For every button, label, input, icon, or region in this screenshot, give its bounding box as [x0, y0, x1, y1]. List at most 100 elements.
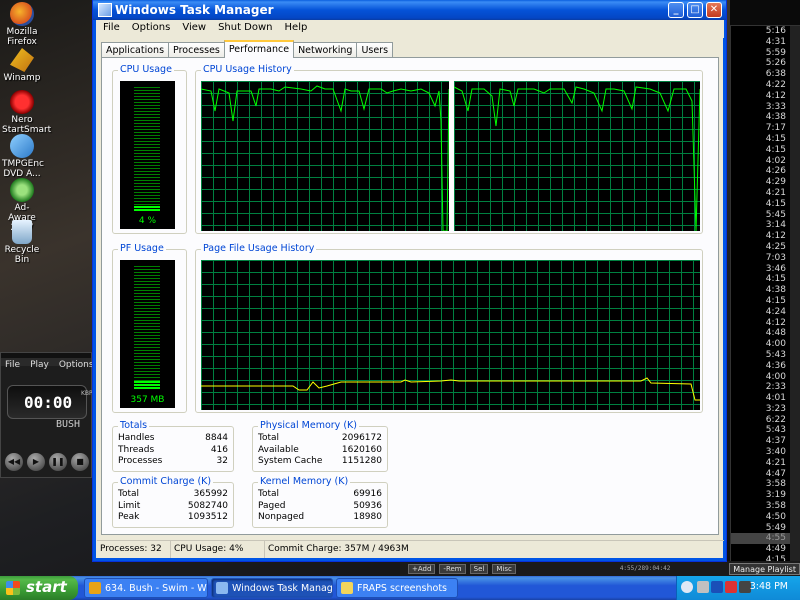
stat-label: Paged — [258, 500, 286, 511]
taskbar-item-fraps[interactable]: FRAPS screenshots — [336, 578, 458, 598]
physical-memory-rows: Total 2096172 Available 1620160 System Cache… — [258, 433, 382, 468]
cpu-history-label: CPU Usage History — [201, 64, 294, 75]
stat-label: Total — [258, 433, 280, 443]
winamp-icon — [10, 48, 34, 72]
tab-users[interactable]: Users — [356, 42, 394, 58]
pf-history-group: Page File Usage History — [195, 243, 703, 413]
performance-panel: CPU Usage 4 % CPU Usage History PF Usage… — [101, 57, 719, 535]
tab-processes[interactable]: Processes — [168, 42, 225, 58]
stat-value: 1093512 — [187, 512, 228, 522]
physical-memory-group: Physical Memory (K) Total 2096172 Availabl… — [252, 420, 388, 472]
stat-value: 69916 — [353, 489, 382, 499]
player-menu-file[interactable]: File — [5, 360, 20, 370]
desktop-icon-tmpgenc[interactable]: TMPGEnc DVD A... — [2, 134, 45, 179]
adaware-icon — [10, 178, 34, 202]
stat-label: Peak — [118, 512, 140, 522]
desktop-icon-nero[interactable]: Nero StartSmart — [2, 90, 51, 135]
status-cpu-usage: CPU Usage: 4% — [171, 541, 265, 558]
stat-label: Nonpaged — [258, 512, 305, 522]
play-icon[interactable]: ▶ — [27, 453, 45, 471]
taskbar-item-winamp[interactable]: 634. Bush - Swim - Wi... — [84, 578, 208, 598]
pf-usage-label: PF Usage — [118, 243, 166, 254]
menu-view[interactable]: View — [176, 20, 212, 38]
commit-charge-group: Commit Charge (K) Total 365992 Limit 508274… — [112, 476, 234, 528]
desktop-icon-label: Nero StartSmart — [2, 115, 52, 135]
desktop-icon-label: TMPGEnc DVD A... — [2, 159, 45, 179]
expand-tray-icon[interactable] — [681, 581, 693, 593]
menu-file[interactable]: File — [97, 20, 126, 38]
playlist-remove-button[interactable]: -Rem — [439, 563, 466, 574]
desktop-icon-recycle-bin[interactable]: Recycle Bin — [2, 220, 42, 265]
antivirus-icon[interactable] — [725, 581, 737, 593]
kernel-memory-rows: Total 69916 Paged 50936 Nonpaged 18980 — [258, 489, 382, 524]
background-window-strip — [730, 0, 800, 26]
player-menu-play[interactable]: Play — [30, 360, 49, 370]
cpu-history-line-1 — [201, 85, 449, 231]
cpu-meter-scale — [134, 87, 160, 211]
taskbar-item-task-manager[interactable]: Windows Task Manager — [211, 578, 333, 598]
maximize-button[interactable]: □ — [687, 2, 703, 18]
tab-networking[interactable]: Networking — [293, 42, 358, 58]
playlist-select-button[interactable]: Sel — [469, 563, 489, 574]
menu-shut-down[interactable]: Shut Down — [212, 20, 278, 38]
kernel-row: Total 69916 — [258, 489, 382, 501]
physical-memory-label: Physical Memory (K) — [258, 420, 359, 431]
totals-group: Totals Handles 8844 Threads 416 Processes 32 — [112, 420, 234, 472]
pf-usage-meter: 357 MB — [120, 260, 175, 408]
commit-row: Limit 5082740 — [118, 501, 228, 513]
desktop-icon-firefox[interactable]: Mozilla Firefox — [2, 2, 42, 47]
desktop-icon-winamp[interactable]: Winamp — [2, 48, 42, 83]
speaker-icon[interactable] — [697, 581, 709, 593]
physical-row: System Cache 1151280 — [258, 456, 382, 468]
stat-value: 1151280 — [341, 456, 382, 466]
stop-icon[interactable]: ■ — [71, 453, 89, 471]
menu-help[interactable]: Help — [279, 20, 314, 38]
tab-applications[interactable]: Applications — [101, 42, 170, 58]
manage-playlist-button[interactable]: Manage Playlist — [729, 562, 800, 575]
menu-options[interactable]: Options — [126, 20, 177, 38]
kernel-memory-group: Kernel Memory (K) Total 69916 Paged 50936 No… — [252, 476, 388, 528]
stat-value: 2096172 — [341, 433, 382, 443]
minimize-button[interactable]: _ — [668, 2, 684, 18]
previous-icon[interactable]: ◀◀ — [5, 453, 23, 471]
title-bar[interactable]: Windows Task Manager _ □ ✕ — [93, 0, 726, 20]
totals-label: Totals — [118, 420, 150, 431]
kernel-memory-label: Kernel Memory (K) — [258, 476, 351, 487]
stat-label: Threads — [118, 444, 155, 455]
stat-label: Processes — [118, 456, 163, 466]
network-icon[interactable] — [711, 581, 723, 593]
media-player: File Play Options 00:00 KBPS BUSH ◀◀ ▶ ❚… — [0, 352, 96, 478]
totals-row: Threads 416 — [118, 445, 228, 457]
task-manager-window: Windows Task Manager _ □ ✕ File Options … — [92, 0, 727, 562]
playlist-add-button[interactable]: +Add — [408, 563, 436, 574]
tab-performance[interactable]: Performance — [223, 40, 295, 58]
commit-charge-rows: Total 365992 Limit 5082740 Peak 1093512 — [118, 489, 228, 524]
playlist-scrollbar[interactable] — [790, 26, 800, 578]
pause-icon[interactable]: ❚❚ — [49, 453, 67, 471]
playlist-time-readout: 4:55/289:04:42 — [619, 565, 671, 572]
stat-value: 50936 — [353, 500, 382, 511]
pf-history-line — [201, 377, 700, 401]
totals-rows: Handles 8844 Threads 416 Processes 32 — [118, 433, 228, 468]
folder-icon — [341, 582, 353, 594]
start-button[interactable]: start — [0, 576, 78, 600]
cpu-history-group: CPU Usage History — [195, 64, 703, 234]
menu-bar: File Options View Shut Down Help — [97, 20, 724, 38]
cpu-usage-group: CPU Usage 4 % — [112, 64, 187, 234]
stat-value: 5082740 — [187, 500, 228, 511]
cpu-usage-meter: 4 % — [120, 81, 175, 229]
player-menu-options[interactable]: Options — [59, 360, 94, 370]
stat-label: System Cache — [258, 456, 323, 466]
close-button[interactable]: ✕ — [706, 2, 722, 18]
stat-label: Available — [258, 444, 299, 455]
pf-meter-fill — [134, 381, 160, 390]
clock: 3:48 PM — [749, 581, 788, 592]
tab-strip: Applications Processes Performance Netwo… — [101, 40, 394, 58]
playlist-misc-button[interactable]: Misc — [492, 563, 516, 574]
taskbar-item-label: Windows Task Manager — [232, 583, 333, 594]
cpu-history-graph-core-1 — [201, 81, 449, 231]
physical-row: Available 1620160 — [258, 445, 382, 457]
stat-label: Handles — [118, 433, 155, 443]
totals-row: Processes 32 — [118, 456, 228, 468]
status-bar: Processes: 32 CPU Usage: 4% Commit Charg… — [97, 540, 724, 558]
